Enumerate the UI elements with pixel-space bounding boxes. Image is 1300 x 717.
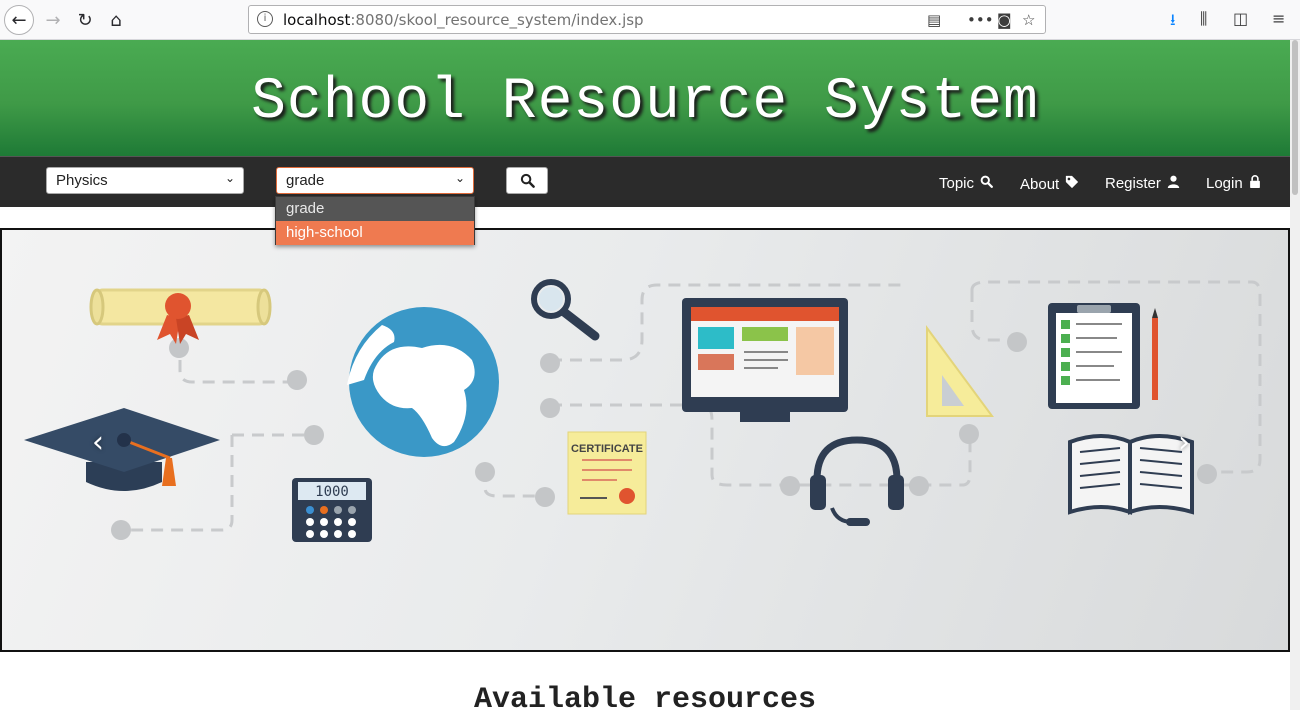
site-info-icon[interactable]: i [257, 11, 273, 27]
downloads-icon[interactable]: ⭳ [1170, 9, 1176, 36]
site-title: School Resource System [251, 70, 1039, 135]
library-icon[interactable]: ⫼ [1200, 9, 1207, 29]
nav-login-label: Login [1206, 175, 1243, 192]
user-icon [1167, 175, 1180, 188]
available-resources-heading: Available resources [473, 683, 817, 717]
nav-about-label: About [1020, 176, 1060, 193]
certificate-text: CERTIFICATE [571, 443, 643, 455]
navbar: Physics ⌄ grade ⌄ Topic About Register L [0, 156, 1290, 207]
education-illustration: 1000 CERTIFICATE [24, 279, 1262, 542]
carousel-next-icon[interactable]: › [1178, 425, 1190, 460]
back-button[interactable]: ← [4, 5, 34, 35]
bookmark-star-icon[interactable]: ☆ [1022, 11, 1035, 29]
chevron-down-icon: ⌄ [454, 171, 465, 185]
search-button[interactable] [506, 167, 548, 194]
page-scrollbar[interactable] [1290, 40, 1300, 710]
level-select-dropdown: grade high-school [275, 196, 475, 245]
reload-button[interactable]: ↻ [70, 5, 100, 35]
dropdown-option-grade[interactable]: grade [276, 197, 474, 221]
carousel-prev-icon[interactable]: ‹ [92, 425, 104, 460]
scrollbar-thumb[interactable] [1292, 40, 1298, 195]
nav-register-link[interactable]: Register [1105, 175, 1180, 192]
subject-select-value: Physics [56, 172, 108, 189]
page-actions-icon[interactable]: ••• [967, 11, 994, 29]
dropdown-option-high-school[interactable]: high-school [276, 221, 474, 245]
site-header: School Resource System [0, 40, 1290, 156]
nav-about-link[interactable]: About [1020, 175, 1079, 193]
nav-topic-link[interactable]: Topic [939, 175, 994, 192]
level-select-value: grade [286, 172, 325, 189]
level-select[interactable]: grade ⌄ [276, 167, 474, 194]
url-path: :8080/skool_resource_system/index.jsp [350, 11, 644, 29]
pocket-icon[interactable]: ◙ [997, 11, 1012, 29]
search-icon [980, 175, 994, 188]
subject-select[interactable]: Physics ⌄ [46, 167, 244, 194]
hero-carousel: 1000 CERTIFICATE ‹ › [0, 228, 1290, 652]
forward-button[interactable]: → [38, 5, 68, 35]
home-button[interactable]: ⌂ [101, 5, 131, 35]
calculator-display: 1000 [315, 484, 349, 500]
nav-login-link[interactable]: Login [1206, 175, 1261, 192]
url-host: localhost [283, 11, 351, 29]
chevron-down-icon: ⌄ [224, 171, 235, 185]
nav-topic-label: Topic [939, 175, 975, 192]
search-icon [520, 173, 535, 188]
reader-view-icon[interactable]: ▤ [927, 11, 941, 29]
url-text[interactable]: localhost:8080/skool_resource_system/ind… [283, 11, 644, 29]
sidebar-icon[interactable]: ◫ [1233, 9, 1248, 28]
browser-toolbar: ← → ↻ ⌂ i localhost:8080/skool_resource_… [0, 0, 1300, 40]
address-bar[interactable]: i localhost:8080/skool_resource_system/i… [248, 5, 1046, 34]
nav-register-label: Register [1105, 175, 1161, 192]
tag-icon [1066, 175, 1079, 189]
menu-icon[interactable]: ≡ [1272, 9, 1285, 28]
lock-icon [1250, 175, 1260, 188]
